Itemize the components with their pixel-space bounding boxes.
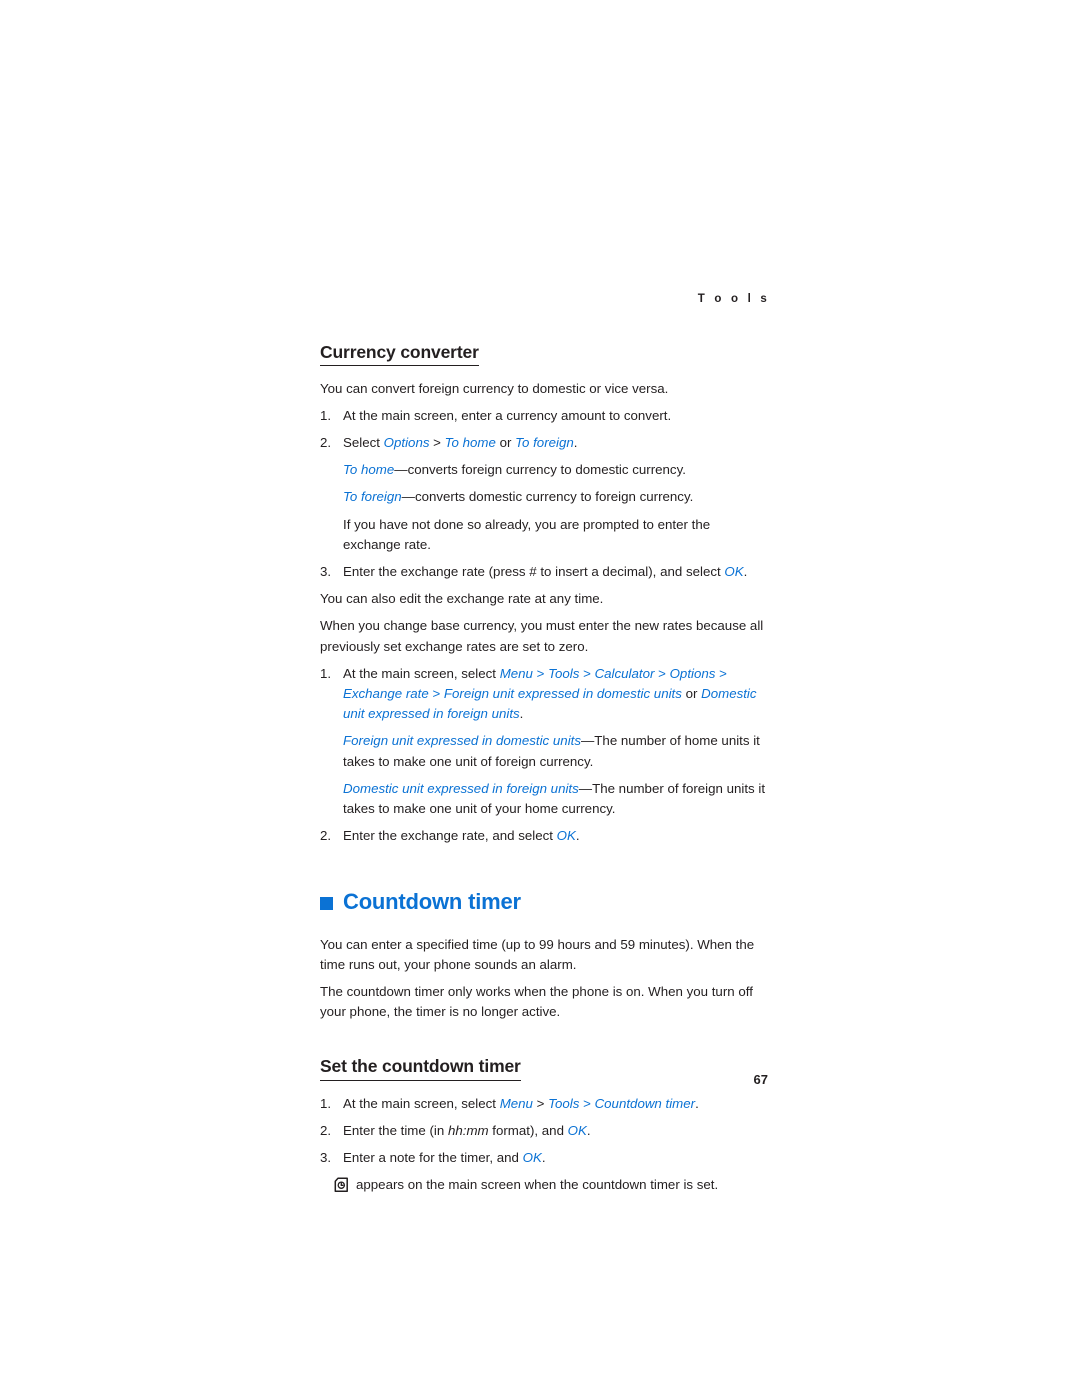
list-item: 2. Enter the time (in hh:mm format), and … bbox=[320, 1121, 770, 1141]
step-text-prefix: Enter the exchange rate (press # to inse… bbox=[343, 564, 725, 580]
path-separator: > bbox=[579, 1095, 595, 1111]
currency-converter-steps-b: 3. Enter the exchange rate (press # to in… bbox=[320, 562, 770, 582]
ui-term-calculator: Calculator bbox=[594, 665, 655, 681]
page-number: 67 bbox=[753, 1072, 768, 1087]
currency-converter-heading-wrap: Currency converter bbox=[320, 342, 770, 375]
edit-rate-note: You can also edit the exchange rate at a… bbox=[320, 591, 604, 607]
step-text-prefix: Enter a note for the timer, and bbox=[343, 1150, 523, 1166]
step-text-prefix: At the main screen, select bbox=[343, 665, 500, 681]
ui-term-ok: OK bbox=[724, 564, 744, 580]
step-number: 2. bbox=[320, 435, 332, 451]
path-separator: > bbox=[654, 665, 670, 681]
list-item: 3. Enter the exchange rate (press # to in… bbox=[320, 562, 770, 582]
foreign-unit-definition: Foreign unit expressed in domestic units… bbox=[320, 731, 770, 771]
ui-term-tools: Tools bbox=[548, 665, 580, 681]
exchange-rate-steps-b: 2. Enter the exchange rate, and select OK… bbox=[320, 826, 770, 846]
exchange-rate-steps: 1. At the main screen, select Menu > Tool… bbox=[320, 664, 770, 725]
path-separator: > bbox=[579, 665, 595, 681]
step-number: 3. bbox=[320, 564, 332, 580]
step-text-prefix: Enter the exchange rate, and select bbox=[343, 828, 557, 844]
currency-converter-intro: You can convert foreign currency to dome… bbox=[320, 380, 669, 396]
step-number: 2. bbox=[320, 828, 332, 844]
period: . bbox=[541, 1150, 546, 1166]
icon-note-text: appears on the main screen when the coun… bbox=[356, 1177, 719, 1193]
period: . bbox=[743, 564, 748, 580]
step-text-prefix: At the main screen, select bbox=[343, 1095, 500, 1111]
ui-term-foreign-unit: Foreign unit expressed in domestic units bbox=[443, 686, 682, 702]
period: . bbox=[573, 435, 578, 451]
list-item: 2. Enter the exchange rate, and select OK… bbox=[320, 826, 770, 846]
page-content: T o o l s Currency converter You can con… bbox=[320, 293, 770, 1195]
time-format-literal: hh:mm bbox=[447, 1122, 489, 1138]
countdown-timer-heading: Countdown timer bbox=[343, 889, 521, 915]
ui-term-options: Options bbox=[669, 665, 716, 681]
ui-term-to-foreign: To foreign bbox=[343, 489, 402, 505]
countdown-timer-icon bbox=[334, 1177, 349, 1193]
section-bullet-icon bbox=[320, 897, 333, 911]
ui-term-to-home: To home bbox=[444, 435, 496, 451]
ui-term-menu: Menu bbox=[499, 1095, 533, 1111]
ui-term-ok: OK bbox=[522, 1150, 542, 1166]
manual-page: T o o l s Currency converter You can con… bbox=[0, 0, 1080, 1397]
step-text-mid: format), and bbox=[488, 1122, 568, 1138]
path-separator: > bbox=[428, 686, 444, 702]
definition-text: —converts foreign currency to domestic c… bbox=[394, 462, 686, 478]
path-separator: > bbox=[532, 665, 549, 681]
conjunction: or bbox=[681, 686, 702, 702]
ui-term-foreign-unit: Foreign unit expressed in domestic units bbox=[343, 733, 581, 749]
list-item: 3. Enter a note for the timer, and OK. bbox=[320, 1148, 770, 1168]
ui-term-menu: Menu bbox=[499, 665, 533, 681]
conjunction: or bbox=[495, 435, 516, 451]
currency-converter-steps-a: 1. At the main screen, enter a currency a… bbox=[320, 406, 770, 453]
list-item: 2. Select Options > To home or To foreign… bbox=[320, 433, 770, 453]
ui-term-countdown-timer: Countdown timer bbox=[594, 1095, 696, 1111]
exchange-rate-prompt-note: If you have not done so already, you are… bbox=[343, 516, 711, 552]
countdown-timer-icon-note: appears on the main screen when the coun… bbox=[320, 1175, 770, 1195]
step-number: 1. bbox=[320, 407, 332, 423]
period: . bbox=[519, 706, 524, 722]
path-separator: > bbox=[715, 665, 727, 681]
definition-text: —converts domestic currency to foreign c… bbox=[401, 489, 694, 505]
period: . bbox=[586, 1122, 591, 1138]
set-countdown-timer-steps: 1. At the main screen, select Menu > Tool… bbox=[320, 1094, 770, 1169]
ui-term-ok: OK bbox=[567, 1122, 587, 1138]
to-home-definition: To home—converts foreign currency to dom… bbox=[320, 460, 770, 480]
countdown-timer-para-1: You can enter a specified time (up to 99… bbox=[320, 936, 755, 972]
step-text-prefix: Enter the time (in bbox=[343, 1122, 448, 1138]
path-separator: > bbox=[532, 1095, 549, 1111]
ui-term-exchange-rate: Exchange rate bbox=[343, 686, 429, 702]
ui-term-tools: Tools bbox=[548, 1095, 580, 1111]
step-text-prefix: Select bbox=[343, 435, 384, 451]
ui-term-to-home: To home bbox=[343, 462, 395, 478]
list-item: 1. At the main screen, select Menu > Tool… bbox=[320, 664, 770, 725]
ui-term-options: Options bbox=[383, 435, 430, 451]
path-separator: > bbox=[429, 435, 445, 451]
base-currency-note: When you change base currency, you must … bbox=[320, 618, 764, 654]
step-number: 1. bbox=[320, 1095, 332, 1111]
to-foreign-definition: To foreign—converts domestic currency to… bbox=[320, 487, 770, 507]
ui-term-domestic-unit: Domestic unit expressed in foreign units bbox=[343, 780, 579, 796]
step-number: 3. bbox=[320, 1150, 332, 1166]
period: . bbox=[575, 828, 580, 844]
list-item: 1. At the main screen, enter a currency a… bbox=[320, 406, 770, 426]
ui-term-ok: OK bbox=[556, 828, 576, 844]
list-item: 1. At the main screen, select Menu > Tool… bbox=[320, 1094, 770, 1114]
countdown-timer-heading-block: Countdown timer bbox=[320, 890, 770, 914]
step-number: 2. bbox=[320, 1122, 332, 1138]
domestic-unit-definition: Domestic unit expressed in foreign units… bbox=[320, 779, 770, 819]
period: . bbox=[695, 1095, 699, 1111]
countdown-timer-para-2: The countdown timer only works when the … bbox=[320, 984, 753, 1020]
currency-converter-heading: Currency converter bbox=[320, 342, 479, 366]
running-header: T o o l s bbox=[697, 293, 770, 305]
ui-term-to-foreign: To foreign bbox=[515, 435, 574, 451]
step-text: At the main screen, enter a currency amo… bbox=[343, 407, 672, 423]
step-number: 1. bbox=[320, 665, 332, 681]
